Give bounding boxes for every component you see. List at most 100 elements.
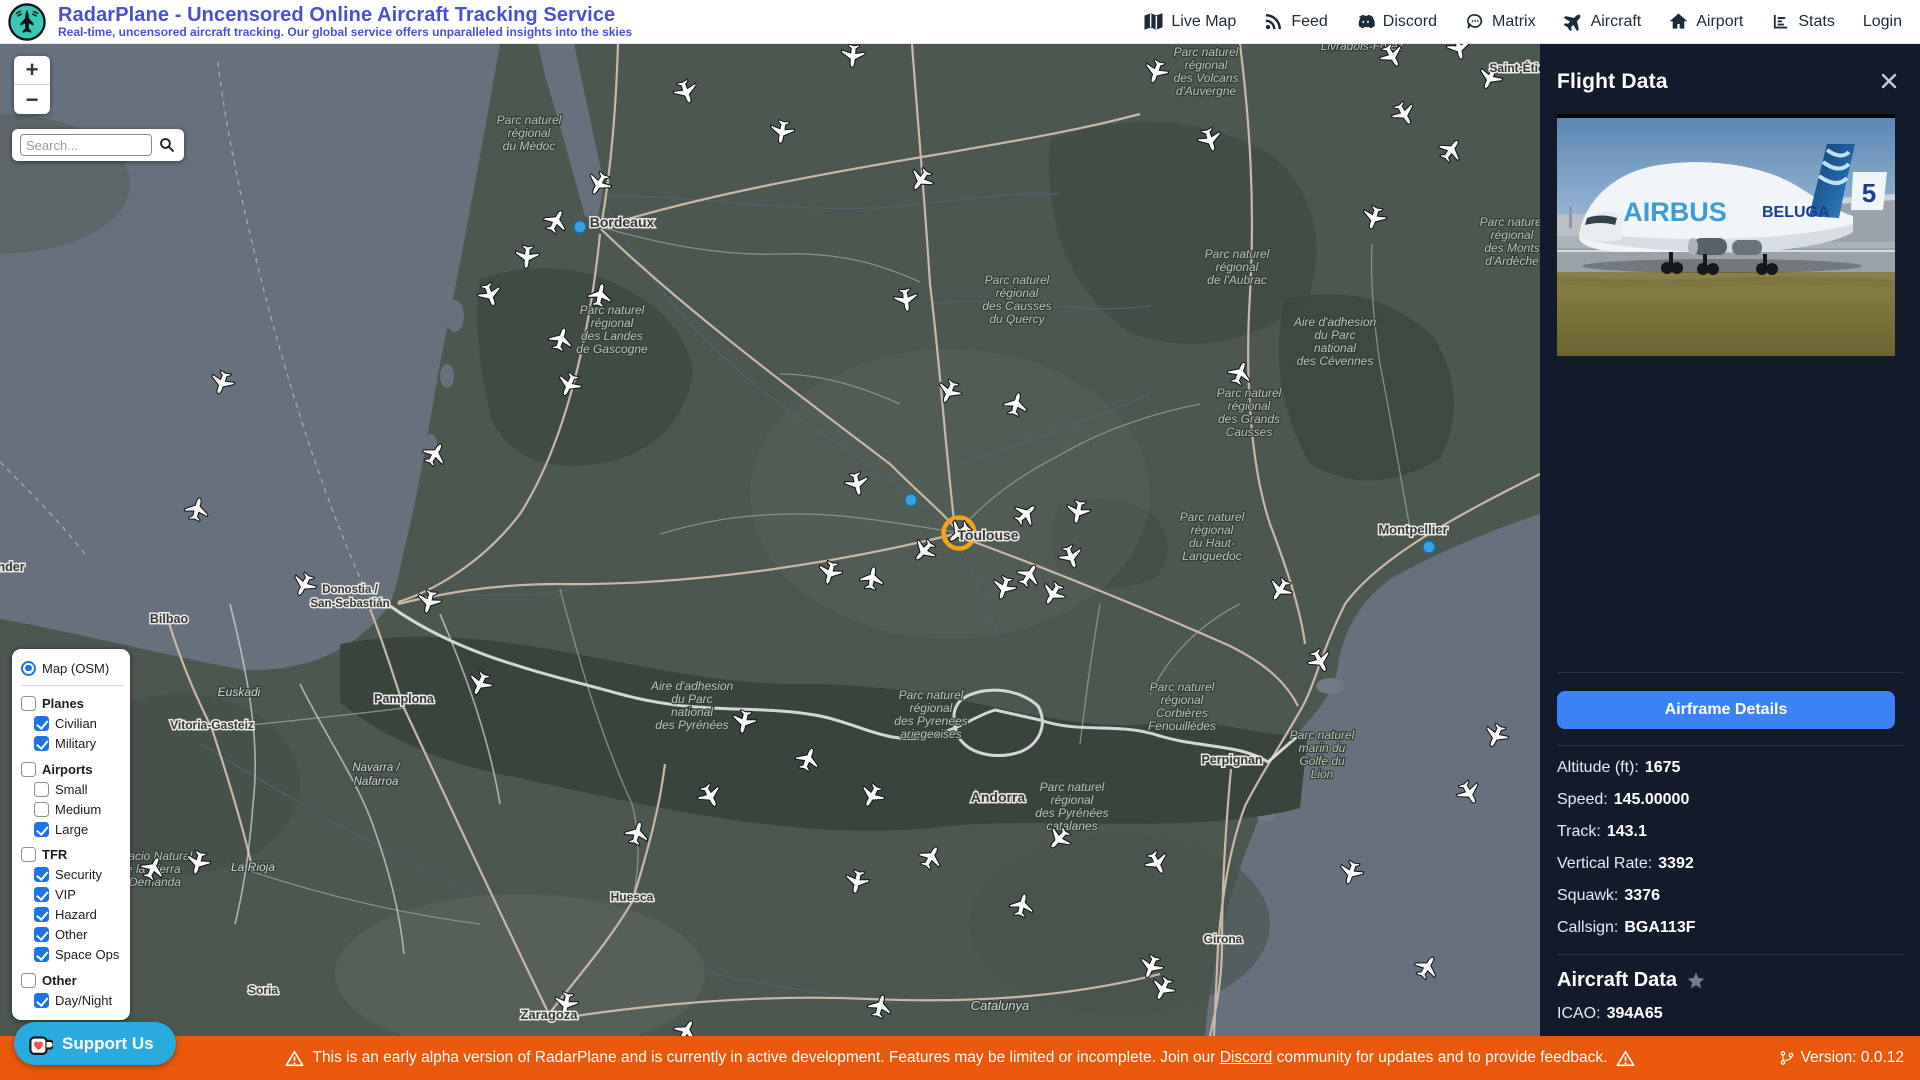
checkbox-checked[interactable] [34,887,49,902]
nav-item-aircraft[interactable]: Aircraft [1564,12,1642,31]
aircraft-data-title: Aircraft Data [1557,969,1677,992]
park-label: Parc naturel [1040,780,1105,794]
map-container[interactable]: Parc naturelrégionaldes Volcansd'Auvergn… [0,44,1540,1036]
layer-option-other[interactable]: Other [34,925,124,945]
field-value: 3392 [1658,854,1694,874]
region-label: Navarra / [352,762,401,774]
airport-marker[interactable] [1423,541,1435,553]
house-icon [1669,12,1688,31]
park-label: des Pyrénées [1035,806,1108,820]
nav-item-feed[interactable]: Feed [1264,12,1327,31]
layer-group-airports[interactable]: Airports [21,754,124,780]
app-header: RadarPlane - Uncensored Online Aircraft … [0,0,1920,44]
layer-option-security[interactable]: Security [34,865,124,885]
park-label: Corbières [1156,706,1208,720]
layer-group-other[interactable]: Other [21,965,124,991]
nav-item-label: Matrix [1492,13,1536,31]
checkbox-checked[interactable] [34,867,49,882]
discord-link[interactable]: Discord [1220,1049,1273,1066]
checkbox-checked[interactable] [34,716,49,731]
radio-selected[interactable] [21,661,36,676]
nav-item-login[interactable]: Login [1863,13,1902,31]
search-input[interactable] [20,134,152,156]
field-row: Callsign:BGA113F [1557,918,1895,938]
search-icon[interactable] [159,137,176,154]
version-text: Version: 0.0.12 [1801,1049,1904,1067]
layer-group-planes[interactable]: Planes [21,688,124,714]
layer-option-day-night[interactable]: Day/Night [34,990,124,1010]
field-row: Altitude (ft):1675 [1557,758,1895,778]
park-label: de l'Aubrac [1207,273,1267,287]
base-layer-label: Map (OSM) [42,661,109,676]
checkbox-checked[interactable] [34,993,49,1008]
nav-item-live-map[interactable]: Live Map [1144,12,1236,31]
layer-option-space-ops[interactable]: Space Ops [34,945,124,965]
checkbox-checked[interactable] [34,947,49,962]
checkbox-checked[interactable] [34,736,49,751]
nav-item-airport[interactable]: Airport [1669,12,1743,31]
park-label: régional [1161,693,1204,707]
nav-item-stats[interactable]: Stats [1771,12,1834,31]
layer-option-hazard[interactable]: Hazard [34,905,124,925]
airframe-details-button[interactable]: Airframe Details [1557,691,1895,729]
region-label: La Rioja [231,860,275,874]
favorite-star-icon[interactable] [1686,971,1706,991]
park-label: régional [1216,260,1259,274]
zoom-out-button[interactable]: − [14,85,50,114]
park-label: Parc naturel [1480,215,1540,229]
airport-marker[interactable] [574,221,586,233]
layer-option-label: Civilian [55,716,97,731]
checkbox-unchecked[interactable] [21,762,36,777]
layer-option-military[interactable]: Military [34,734,124,754]
layer-option-vip[interactable]: VIP [34,885,124,905]
radarplane-logo[interactable] [8,3,46,41]
park-label: du Quercy [989,312,1045,326]
park-label: national [671,705,713,719]
photo-number-text: 5 [1862,178,1876,208]
airport-marker[interactable] [905,494,917,506]
park-label: des Cévennes [1297,354,1374,368]
checkbox-unchecked[interactable] [34,802,49,817]
park-label: Parc naturel [899,688,964,702]
checkbox-unchecked[interactable] [21,696,36,711]
layer-group-tfr[interactable]: TFR [21,839,124,865]
checkbox-unchecked[interactable] [21,847,36,862]
park-label: d'Ardèche [1485,254,1539,268]
park-label: Languedoc [1182,549,1241,563]
photo-brand-text: AIRBUS [1623,197,1727,227]
chart-icon [1771,12,1790,31]
park-label: régional [910,701,953,715]
nav-item-label: Airport [1696,13,1743,31]
nav-item-discord[interactable]: Discord [1356,12,1437,31]
park-label: Parc naturel [1290,728,1355,742]
close-panel-button[interactable] [1878,70,1900,92]
flight-fields: Altitude (ft):1675Speed:145.00000Track:1… [1557,758,1895,950]
city-label: Pamplona [374,692,435,706]
layer-group-label: TFR [42,847,67,862]
nav-item-label: Feed [1291,13,1327,31]
checkbox-unchecked[interactable] [34,782,49,797]
nav-item-label: Stats [1798,13,1834,31]
layer-option-medium[interactable]: Medium [34,799,124,819]
field-row: Vertical Rate: 3392 [1557,854,1895,874]
layer-option-label: Hazard [55,907,97,922]
layer-option-civilian[interactable]: Civilian [34,714,124,734]
layer-option-label: VIP [55,887,76,902]
layer-option-small[interactable]: Small [34,779,124,799]
checkbox-unchecked[interactable] [21,973,36,988]
base-layer-option[interactable]: Map (OSM) [21,658,124,678]
city-label: San-Sebastián [310,598,389,610]
city-label: Donostia / [322,584,378,596]
map-canvas[interactable]: Parc naturelrégionaldes Volcansd'Auvergn… [0,44,1540,1036]
nav-item-matrix[interactable]: Matrix [1465,12,1536,31]
checkbox-checked[interactable] [34,907,49,922]
region-label: Catalunya [971,998,1030,1013]
park-label: régional [1228,399,1271,413]
checkbox-checked[interactable] [34,927,49,942]
zoom-in-button[interactable]: + [14,56,50,85]
layer-option-large[interactable]: Large [34,819,124,839]
support-us-button[interactable]: Support Us [14,1022,176,1065]
field-label: Vertical Rate: [1557,854,1652,874]
field-row: Track:143.1 [1557,822,1895,842]
checkbox-checked[interactable] [34,822,49,837]
